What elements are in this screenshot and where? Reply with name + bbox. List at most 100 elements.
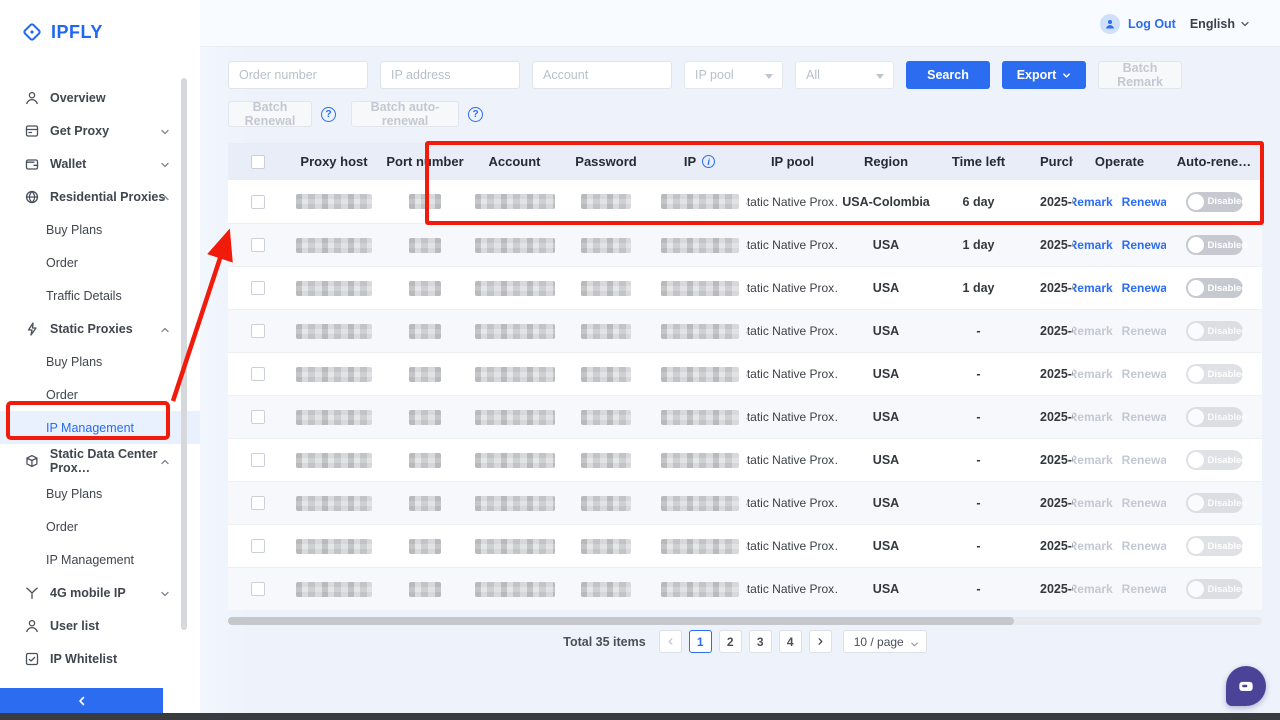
row-checkbox[interactable] bbox=[251, 367, 265, 381]
sidebar-item-label: Get Proxy bbox=[50, 124, 109, 138]
sidebar-item-user-list[interactable]: User list bbox=[0, 609, 200, 642]
remark-link[interactable]: Remark bbox=[1073, 582, 1113, 596]
brand-logo[interactable]: IPFLY bbox=[20, 20, 103, 44]
info-icon[interactable]: i bbox=[702, 155, 715, 168]
auto-renewal-toggle[interactable]: Disabled bbox=[1186, 493, 1243, 513]
export-button[interactable]: Export bbox=[1002, 61, 1086, 89]
sidebar-item-static-proxies[interactable]: Static Proxies bbox=[0, 312, 200, 345]
sidebar-item-ip-management[interactable]: IP Management bbox=[0, 411, 200, 444]
auto-renewal-toggle[interactable]: Disabled bbox=[1186, 192, 1243, 212]
pagination-prev-button[interactable] bbox=[659, 630, 682, 653]
cell-purchase: 2025-03 bbox=[1024, 267, 1073, 309]
help-icon[interactable]: ? bbox=[468, 107, 483, 122]
sidebar-item-label: Order bbox=[46, 256, 78, 270]
sidebar-item-order[interactable]: Order bbox=[0, 246, 200, 279]
pagination-page-4[interactable]: 4 bbox=[779, 630, 802, 653]
redacted-password bbox=[581, 453, 631, 468]
chat-widget-button[interactable] bbox=[1226, 666, 1266, 706]
row-checkbox[interactable] bbox=[251, 410, 265, 424]
row-checkbox[interactable] bbox=[251, 281, 265, 295]
sidebar-item-ip-whitelist[interactable]: IP Whitelist bbox=[0, 642, 200, 675]
cell-time-left: 1 day bbox=[933, 267, 1024, 309]
sidebar-item-static-data-center-prox[interactable]: Static Data Center Prox… bbox=[0, 444, 200, 477]
remark-link[interactable]: Remark bbox=[1073, 539, 1113, 553]
sidebar-item-buy-plans[interactable]: Buy Plans bbox=[0, 213, 200, 246]
pagination-next-button[interactable] bbox=[809, 630, 832, 653]
cell-region: USA bbox=[839, 310, 933, 352]
renewal-link[interactable]: Renewal bbox=[1122, 582, 1166, 596]
row-checkbox[interactable] bbox=[251, 195, 265, 209]
sidebar-item-traffic-details[interactable]: Traffic Details bbox=[0, 279, 200, 312]
auto-renewal-toggle[interactable]: Disabled bbox=[1186, 579, 1243, 599]
auto-renewal-toggle[interactable]: Disabled bbox=[1186, 364, 1243, 384]
order-number-input[interactable] bbox=[228, 61, 368, 89]
language-selector[interactable]: English bbox=[1190, 17, 1250, 31]
row-checkbox[interactable] bbox=[251, 582, 265, 596]
remark-link[interactable]: Remark bbox=[1073, 281, 1113, 295]
renewal-link[interactable]: Renewal bbox=[1122, 453, 1166, 467]
row-checkbox[interactable] bbox=[251, 324, 265, 338]
signal-icon bbox=[24, 585, 40, 601]
page-size-select[interactable]: 10 / page bbox=[843, 630, 927, 653]
select-all-checkbox[interactable] bbox=[251, 155, 265, 169]
row-checkbox[interactable] bbox=[251, 238, 265, 252]
batch-auto-renewal-button[interactable]: Batch auto-renewal bbox=[351, 101, 459, 127]
sidebar-collapse-button[interactable] bbox=[0, 688, 163, 713]
sidebar-item-buy-plans[interactable]: Buy Plans bbox=[0, 345, 200, 378]
remark-link[interactable]: Remark bbox=[1073, 410, 1113, 424]
sidebar-item-overview[interactable]: Overview bbox=[0, 81, 200, 114]
sidebar-item-residential-proxies[interactable]: Residential Proxies bbox=[0, 180, 200, 213]
renewal-link[interactable]: Renewal bbox=[1122, 367, 1166, 381]
auto-renewal-toggle[interactable]: Disabled bbox=[1186, 536, 1243, 556]
renewal-link[interactable]: Renewal bbox=[1122, 238, 1166, 252]
remark-link[interactable]: Remark bbox=[1073, 195, 1113, 209]
pagination-page-2[interactable]: 2 bbox=[719, 630, 742, 653]
ip-pool-select[interactable]: IP pool bbox=[684, 61, 783, 89]
sidebar-item-get-proxy[interactable]: Get Proxy bbox=[0, 114, 200, 147]
table-horizontal-scrollbar[interactable] bbox=[228, 617, 1014, 625]
batch-renewal-button[interactable]: Batch Renewal bbox=[228, 101, 312, 127]
sidebar-item-order[interactable]: Order bbox=[0, 510, 200, 543]
sidebar-item-order[interactable]: Order bbox=[0, 378, 200, 411]
search-button[interactable]: Search bbox=[906, 61, 990, 89]
pagination-page-3[interactable]: 3 bbox=[749, 630, 772, 653]
user-avatar[interactable] bbox=[1100, 14, 1120, 34]
sidebar-scrollbar[interactable] bbox=[181, 78, 187, 630]
renewal-link[interactable]: Renewal bbox=[1122, 281, 1166, 295]
remark-link[interactable]: Remark bbox=[1073, 324, 1113, 338]
auto-renewal-toggle[interactable]: Disabled bbox=[1186, 450, 1243, 470]
renewal-link[interactable]: Renewal bbox=[1122, 324, 1166, 338]
renewal-link[interactable]: Renewal bbox=[1122, 539, 1166, 553]
ip-address-input[interactable] bbox=[380, 61, 520, 89]
help-icon[interactable]: ? bbox=[321, 107, 336, 122]
caret-down-icon bbox=[876, 74, 884, 79]
renewal-link[interactable]: Renewal bbox=[1122, 410, 1166, 424]
auto-renewal-toggle[interactable]: Disabled bbox=[1186, 235, 1243, 255]
sidebar-item-wallet[interactable]: Wallet bbox=[0, 147, 200, 180]
logout-button[interactable]: Log Out bbox=[1128, 17, 1176, 31]
auto-renewal-toggle[interactable]: Disabled bbox=[1186, 321, 1243, 341]
sidebar-item-ip-management[interactable]: IP Management bbox=[0, 543, 200, 576]
redacted-ip bbox=[661, 453, 739, 468]
account-input[interactable] bbox=[532, 61, 672, 89]
remark-link[interactable]: Remark bbox=[1073, 238, 1113, 252]
sidebar-item-buy-plans[interactable]: Buy Plans bbox=[0, 477, 200, 510]
row-checkbox[interactable] bbox=[251, 539, 265, 553]
batch-remark-button[interactable]: Batch Remark bbox=[1098, 61, 1182, 89]
remark-link[interactable]: Remark bbox=[1073, 496, 1113, 510]
row-checkbox[interactable] bbox=[251, 453, 265, 467]
status-select[interactable]: All bbox=[795, 61, 894, 89]
pagination-page-1[interactable]: 1 bbox=[689, 630, 712, 653]
renewal-link[interactable]: Renewal bbox=[1122, 195, 1166, 209]
auto-renewal-toggle[interactable]: Disabled bbox=[1186, 278, 1243, 298]
server-icon bbox=[24, 123, 40, 139]
row-checkbox[interactable] bbox=[251, 496, 265, 510]
remark-link[interactable]: Remark bbox=[1073, 367, 1113, 381]
redacted-ip bbox=[661, 194, 739, 209]
renewal-link[interactable]: Renewal bbox=[1122, 496, 1166, 510]
cell-time-left: 6 day bbox=[933, 180, 1024, 223]
auto-renewal-toggle[interactable]: Disabled bbox=[1186, 407, 1243, 427]
pagination: Total 35 items 1234 10 / page bbox=[228, 630, 1262, 653]
sidebar-item-4g-mobile-ip[interactable]: 4G mobile IP bbox=[0, 576, 200, 609]
remark-link[interactable]: Remark bbox=[1073, 453, 1113, 467]
